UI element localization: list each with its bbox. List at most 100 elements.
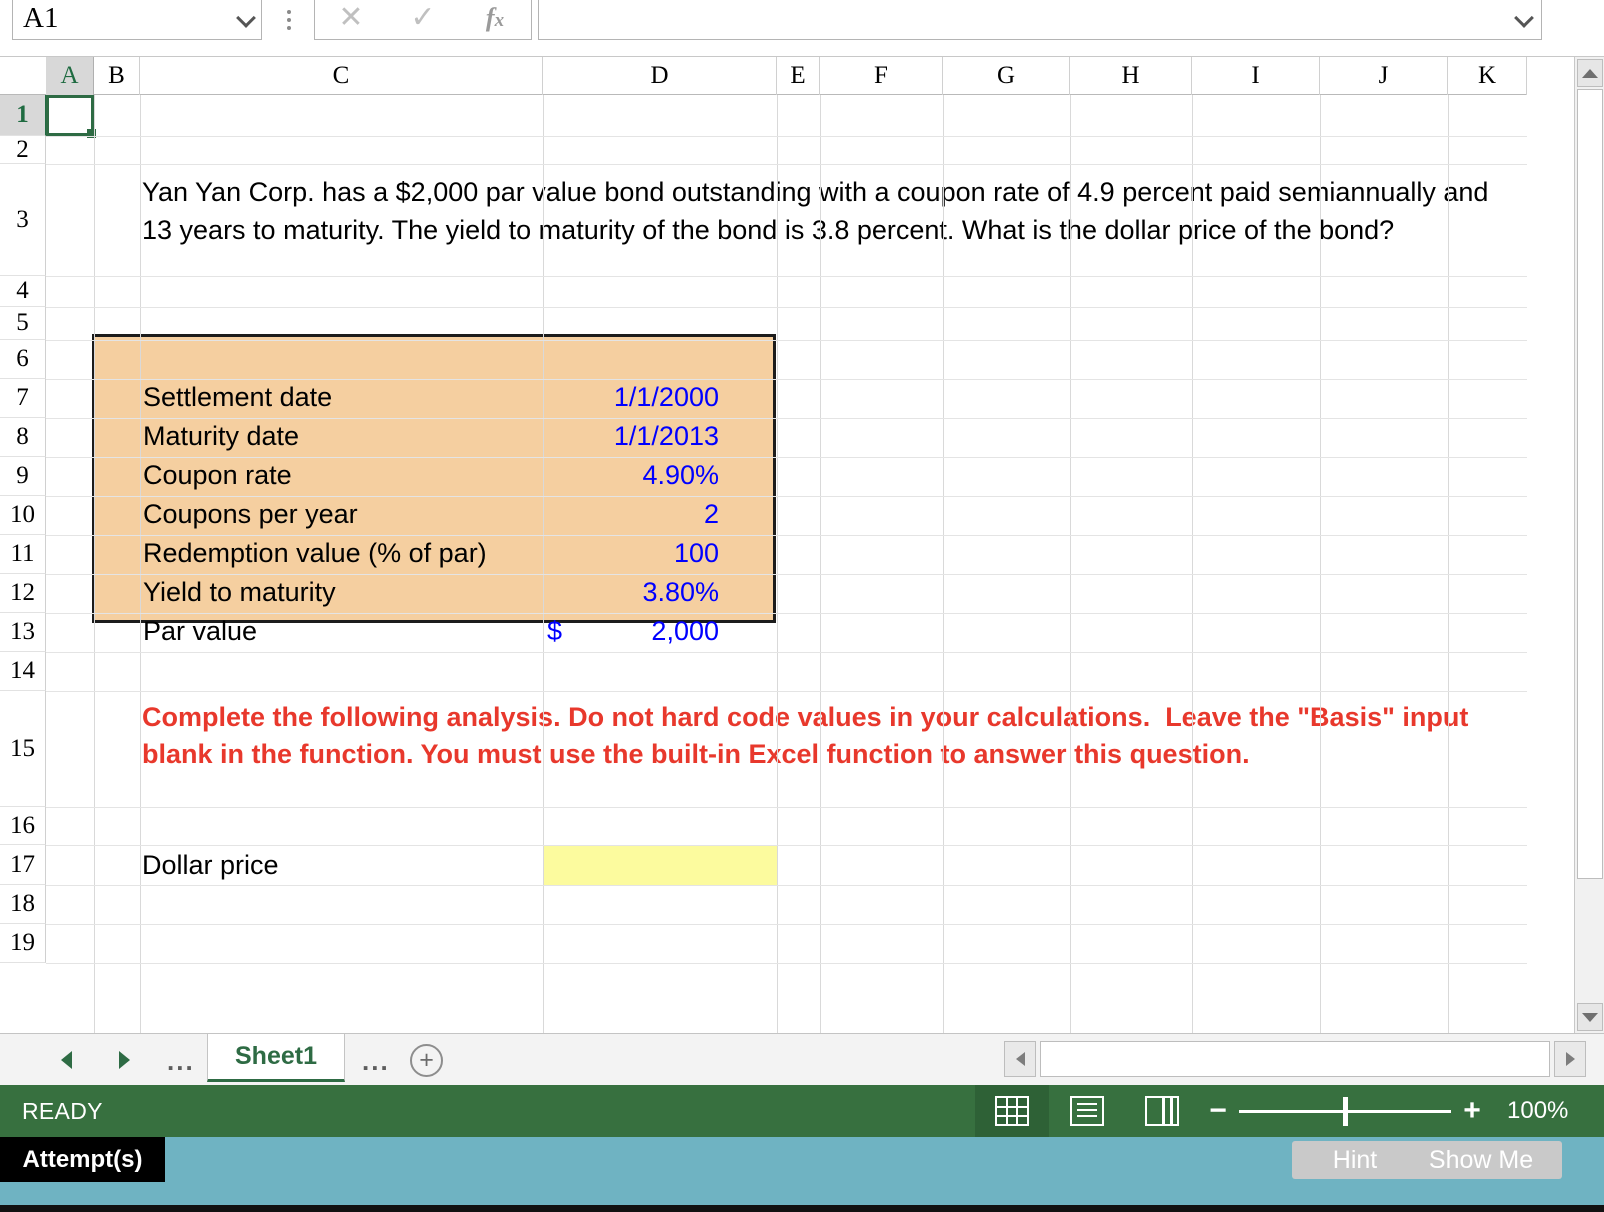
row-header-7[interactable]: 7 <box>0 379 46 418</box>
row-header-8[interactable]: 8 <box>0 418 46 457</box>
column-header-C[interactable]: C <box>140 57 543 95</box>
grid-hline <box>46 574 1527 575</box>
cell-area[interactable]: Yan Yan Corp. has a $2,000 par value bon… <box>46 95 1527 1033</box>
tab-right-ellipsis[interactable]: ... <box>362 1048 390 1074</box>
fx-insert-function-icon[interactable]: fx <box>459 5 531 31</box>
scroll-up-button[interactable] <box>1577 59 1603 87</box>
minus-icon[interactable]: − <box>1205 1096 1231 1126</box>
cancel-x-icon[interactable]: ✕ <box>315 3 387 33</box>
column-header-D[interactable]: D <box>543 57 777 95</box>
nav-prev-arrow-icon[interactable] <box>52 1046 80 1074</box>
column-header-G[interactable]: G <box>943 57 1070 95</box>
add-sheet-plus-icon[interactable]: + <box>410 1044 443 1077</box>
page-break-glyph <box>1145 1096 1179 1126</box>
nav-next-arrow-icon[interactable] <box>110 1046 138 1074</box>
row-header-10[interactable]: 10 <box>0 496 46 535</box>
row-header-12[interactable]: 12 <box>0 574 46 613</box>
vertical-scrollbar[interactable] <box>1574 57 1604 1033</box>
grid-hline <box>46 691 1527 692</box>
column-headers: ABCDEFGHIJK <box>0 57 1527 95</box>
row-header-3[interactable]: 3 <box>0 164 46 276</box>
grid-vline <box>140 95 141 1033</box>
assumption-row: Par value $2,000 <box>95 612 773 651</box>
check-icon[interactable]: ✓ <box>387 3 459 33</box>
assumption-row: Settlement date 1/1/2000 <box>95 378 773 417</box>
column-header-F[interactable]: F <box>820 57 943 95</box>
assumption-value: 100 <box>673 538 719 568</box>
more-options-icon[interactable] <box>280 0 298 40</box>
formula-action-buttons: ✕ ✓ fx <box>314 0 532 40</box>
column-header-B[interactable]: B <box>94 57 140 95</box>
sheet-tab-sheet1[interactable]: Sheet1 <box>207 1034 345 1082</box>
selected-cell-a1[interactable] <box>46 95 96 138</box>
grid-vline <box>543 95 544 1033</box>
row-header-17[interactable]: 17 <box>0 845 46 885</box>
grid-vline <box>1448 95 1449 1033</box>
row-header-18[interactable]: 18 <box>0 885 46 924</box>
scroll-down-button[interactable] <box>1577 1003 1603 1031</box>
row-header-2[interactable]: 2 <box>0 136 46 164</box>
row-header-6[interactable]: 6 <box>0 340 46 379</box>
triangle-down-icon <box>1582 1012 1598 1022</box>
grid-vline <box>943 95 944 1033</box>
triangle-left-icon <box>1015 1052 1025 1066</box>
normal-view-icon[interactable] <box>975 1085 1049 1137</box>
row-header-11[interactable]: 11 <box>0 535 46 574</box>
row-header-14[interactable]: 14 <box>0 652 46 691</box>
row-header-19[interactable]: 19 <box>0 924 46 963</box>
grid-hline <box>46 845 1527 846</box>
column-header-I[interactable]: I <box>1192 57 1320 95</box>
name-box-value: A1 <box>23 1 59 34</box>
horizontal-scrollbar[interactable] <box>1004 1041 1586 1077</box>
zoom-control: − + 100% <box>1205 1085 1568 1137</box>
assumption-value: 2 <box>703 499 719 529</box>
grid-hline <box>46 457 1527 458</box>
assumption-label: Yield to maturity <box>143 577 336 607</box>
dollar-price-label: Dollar price <box>142 850 279 880</box>
grid-vline <box>1320 95 1321 1033</box>
plus-icon[interactable]: + <box>1459 1096 1485 1126</box>
assumption-row: Redemption value (% of par) 100 <box>95 534 773 573</box>
triangle-right-icon <box>1565 1052 1575 1066</box>
grid-hline <box>46 340 1527 341</box>
column-header-K[interactable]: K <box>1448 57 1527 95</box>
row-header-15[interactable]: 15 <box>0 691 46 807</box>
assumption-label: Settlement date <box>143 382 333 412</box>
zoom-level-label[interactable]: 100% <box>1507 1097 1568 1125</box>
show-me-button[interactable]: Show Me <box>1400 1141 1562 1179</box>
kebab-dot <box>287 26 291 30</box>
hscroll-track[interactable] <box>1040 1041 1550 1077</box>
grid-hline <box>46 307 1527 308</box>
assumption-label: Maturity date <box>143 421 300 451</box>
grid-hline <box>46 885 1527 886</box>
zoom-slider-knob[interactable] <box>1343 1097 1348 1126</box>
column-header-E[interactable]: E <box>777 57 820 95</box>
assumption-label: Redemption value (% of par) <box>143 538 487 568</box>
formula-input[interactable] <box>538 0 1542 40</box>
tab-left-ellipsis[interactable]: ... <box>167 1048 195 1074</box>
column-header-H[interactable]: H <box>1070 57 1192 95</box>
hscroll-left-button[interactable] <box>1004 1041 1036 1077</box>
status-state-label: READY <box>22 1097 103 1124</box>
grid-vline <box>777 95 778 1033</box>
column-header-J[interactable]: J <box>1320 57 1448 95</box>
row-header-16[interactable]: 16 <box>0 807 46 845</box>
row-header-1[interactable]: 1 <box>0 95 46 136</box>
chevron-down-icon[interactable] <box>237 9 255 27</box>
vertical-scroll-thumb[interactable] <box>1577 89 1603 879</box>
column-header-A[interactable]: A <box>46 57 94 95</box>
row-header-9[interactable]: 9 <box>0 457 46 496</box>
assumption-value: 3.80% <box>642 577 719 607</box>
assumption-label: Coupons per year <box>143 499 358 529</box>
row-header-13[interactable]: 13 <box>0 613 46 652</box>
page-break-view-icon[interactable] <box>1125 1085 1199 1137</box>
name-box[interactable]: A1 <box>12 0 262 40</box>
hscroll-right-button[interactable] <box>1554 1041 1586 1077</box>
grid-hline <box>46 136 1527 137</box>
row-header-5[interactable]: 5 <box>0 307 46 340</box>
row-header-4[interactable]: 4 <box>0 276 46 307</box>
chevron-down-icon[interactable] <box>1515 9 1533 27</box>
page-layout-view-icon[interactable] <box>1050 1085 1124 1137</box>
dollar-price-input-cell[interactable] <box>544 846 777 885</box>
zoom-slider[interactable] <box>1239 1085 1451 1137</box>
